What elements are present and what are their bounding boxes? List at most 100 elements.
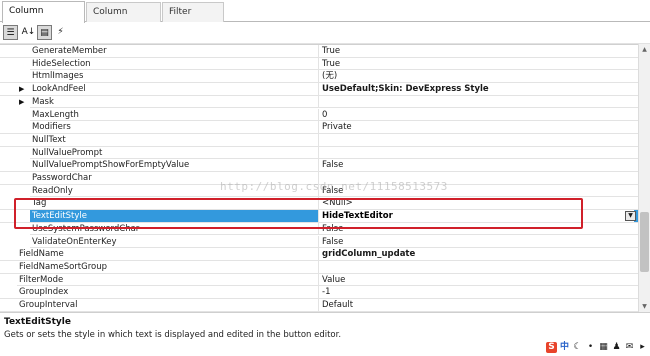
property-row[interactable]: GenerateMember True [0, 45, 638, 58]
scroll-down-icon[interactable]: ▼ [640, 302, 649, 311]
property-grid: GenerateMember True HideSelection True HtmlI… [0, 44, 638, 312]
property-value[interactable] [318, 133, 634, 146]
chinese-input-icon[interactable]: 中 [559, 342, 570, 353]
skin-icon[interactable]: ▸ [637, 342, 648, 353]
row-gutter [0, 83, 30, 96]
row-gutter [0, 222, 30, 235]
tab-column-options[interactable]: Column options [86, 2, 161, 36]
property-value[interactable]: (无) [318, 70, 634, 83]
property-value[interactable]: True [318, 45, 634, 57]
categorized-view-icon[interactable]: ☰ [3, 25, 18, 40]
row-gutter [0, 70, 30, 83]
property-name: HtmlImages [32, 71, 84, 82]
property-value[interactable]: Private [318, 121, 634, 134]
property-grid-toolbar: ☰ A↓ ▤ ⚡ [0, 23, 650, 44]
property-name: UseSystemPasswordChar [32, 223, 140, 234]
row-gutter [0, 159, 30, 172]
property-value[interactable]: Default [318, 299, 634, 311]
property-name: Tag [32, 198, 47, 209]
property-name: FieldNameSortGroup [19, 261, 107, 272]
property-value[interactable]: True [318, 57, 634, 70]
property-row[interactable]: Tag <Null> [0, 197, 638, 211]
property-row[interactable]: TextEditStyle HideTextEditor ▼ [0, 210, 638, 223]
property-row[interactable]: FieldName gridColumn_update [0, 248, 638, 261]
property-value[interactable]: gridColumn_update [318, 248, 634, 261]
events-icon[interactable]: ⚡ [53, 25, 68, 40]
property-row[interactable]: HtmlImages (无) [0, 70, 638, 84]
property-name: Mask [32, 96, 54, 107]
watermark: http://blog.csdn.net/11158513573 [220, 180, 448, 193]
property-value[interactable]: -1 [318, 286, 634, 299]
property-value[interactable]: False [318, 235, 634, 248]
row-gutter [0, 197, 30, 210]
row-gutter [0, 299, 17, 311]
description-title: TextEditStyle [4, 317, 71, 327]
property-row[interactable]: GroupInterval Default [0, 299, 638, 312]
grid-scrollbar[interactable]: ▲ ▼ [638, 44, 650, 312]
moon-icon[interactable]: ☾ [572, 342, 583, 353]
property-value[interactable]: Value [318, 273, 634, 286]
mail-icon[interactable]: ✉ [624, 342, 635, 353]
property-row[interactable]: MaxLength 0 [0, 108, 638, 122]
property-value[interactable]: UseDefault;Skin: DevExpress Style [318, 83, 634, 96]
expand-arrow-icon[interactable]: ▶ [19, 83, 24, 95]
property-row[interactable]: NullText [0, 133, 638, 147]
description-text: Gets or sets the style in which text is … [4, 330, 342, 340]
row-gutter [0, 45, 30, 57]
property-name: NullText [32, 134, 66, 145]
tab-strip: Column properties Column options Filter … [0, 0, 650, 36]
property-name: GenerateMember [32, 46, 107, 56]
scroll-thumb[interactable] [640, 212, 649, 272]
row-gutter [0, 286, 17, 299]
row-gutter [0, 184, 30, 197]
row-gutter [0, 146, 30, 159]
property-row[interactable]: Modifiers Private [0, 121, 638, 134]
row-gutter [0, 210, 30, 223]
property-value[interactable]: HideTextEditor [318, 210, 634, 223]
row-gutter [0, 273, 17, 286]
row-gutter [0, 133, 30, 146]
scroll-up-icon[interactable]: ▲ [640, 45, 649, 54]
property-name: ValidateOnEnterKey [32, 236, 117, 247]
row-gutter [0, 235, 30, 248]
property-row[interactable]: FilterMode Value [0, 273, 638, 287]
expand-arrow-icon[interactable]: ▶ [19, 96, 24, 108]
property-row[interactable]: ▶ LookAndFeel UseDefault;Skin: DevExpress … [0, 83, 638, 96]
user-icon[interactable]: ♟ [611, 342, 622, 353]
property-value[interactable]: False [318, 222, 634, 235]
property-row[interactable]: ValidateOnEnterKey False [0, 235, 638, 249]
property-row[interactable]: NullValuePrompt [0, 146, 638, 160]
row-gutter [0, 95, 30, 108]
tab-filter-options[interactable]: Filter options [162, 2, 224, 36]
property-name: LookAndFeel [32, 84, 86, 95]
property-row[interactable]: FieldNameSortGroup [0, 260, 638, 274]
property-row[interactable]: GroupIndex -1 [0, 286, 638, 299]
row-gutter [0, 121, 30, 134]
alphabetical-sort-icon[interactable]: A↓ [21, 25, 36, 40]
property-name: TextEditStyle [32, 211, 88, 222]
row-gutter [0, 108, 30, 121]
dot-icon[interactable]: • [585, 342, 596, 353]
description-panel: TextEditStyle Gets or sets the style in … [0, 312, 650, 356]
property-row[interactable]: UseSystemPasswordChar False [0, 222, 638, 236]
property-name: GroupInterval [19, 300, 78, 310]
property-value[interactable] [318, 146, 634, 159]
row-gutter [0, 57, 30, 70]
property-row[interactable]: NullValuePromptShowForEmptyValue False [0, 159, 638, 172]
sogou-icon[interactable]: S [546, 341, 557, 353]
property-row[interactable]: HideSelection True [0, 57, 638, 71]
property-value[interactable] [318, 260, 634, 273]
property-row[interactable]: ▶ Mask [0, 95, 638, 109]
property-value[interactable]: <Null> [318, 197, 634, 210]
property-name: HideSelection [32, 58, 91, 69]
property-pages-icon[interactable]: ▤ [37, 25, 52, 40]
tab-column-properties[interactable]: Column properties [2, 1, 85, 35]
keyboard-icon[interactable]: ▦ [598, 342, 609, 353]
property-value[interactable]: False [318, 159, 634, 172]
property-name: FilterMode [19, 274, 64, 285]
row-gutter [0, 248, 17, 261]
property-value[interactable]: 0 [318, 108, 634, 121]
dropdown-button[interactable]: ▼ [625, 211, 636, 222]
property-value[interactable] [318, 95, 634, 108]
property-name: MaxLength [32, 109, 79, 120]
